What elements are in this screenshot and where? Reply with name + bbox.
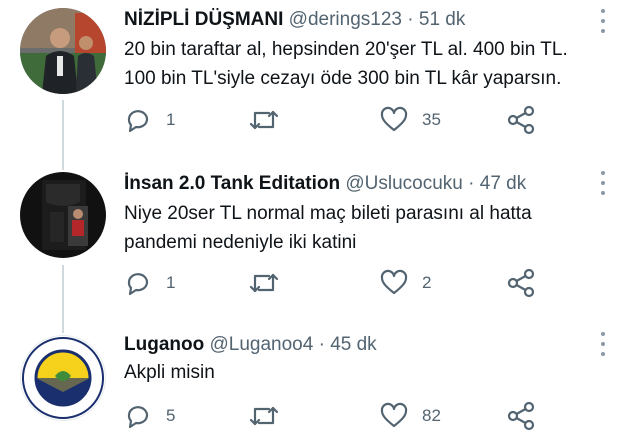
- retweet-icon: [249, 406, 279, 426]
- share-button[interactable]: [506, 105, 536, 135]
- user-handle[interactable]: @Luganoo4: [209, 334, 313, 355]
- retweet-button[interactable]: [248, 105, 280, 135]
- tweet-header: Luganoo @Luganoo4 · 45 dk: [124, 334, 377, 356]
- tweet-1[interactable]: NİZİPLİ DÜŞMANI @derings123 · 51 dk 20 b…: [0, 0, 635, 160]
- share-icon: [507, 105, 535, 135]
- timestamp[interactable]: 47 dk: [480, 173, 526, 194]
- thread-line: [62, 265, 64, 325]
- user-handle[interactable]: @Uslucocuku: [345, 173, 463, 194]
- retweet-button[interactable]: [248, 268, 280, 298]
- tweet-text-line: Niye 20ser TL normal maç bileti parasını…: [124, 203, 532, 224]
- tweet-text-line: 20 bin taraftar al, hepsinden 20'şer TL …: [124, 39, 568, 60]
- retweet-icon: [249, 273, 279, 293]
- timestamp[interactable]: 51 dk: [419, 9, 465, 30]
- display-name[interactable]: Luganoo: [124, 334, 204, 355]
- retweet-icon: [249, 110, 279, 130]
- reply-button[interactable]: 1: [124, 105, 175, 135]
- tweet-text-line: Akpli misin: [124, 362, 215, 383]
- reply-icon: [127, 406, 149, 429]
- tweet-2[interactable]: İnsan 2.0 Tank Editation @Uslucocuku · 4…: [0, 160, 635, 325]
- tweet-text: 20 bin taraftar al, hepsinden 20'şer TL …: [124, 35, 568, 93]
- display-name[interactable]: İnsan 2.0 Tank Editation: [124, 173, 340, 194]
- tweet-text: Akpli misin: [124, 358, 215, 387]
- separator-dot: ·: [407, 9, 414, 30]
- heart-icon: [380, 106, 408, 132]
- more-icon[interactable]: [593, 9, 613, 33]
- avatar[interactable]: [20, 8, 106, 94]
- tweet-3[interactable]: Luganoo @Luganoo4 · 45 dk Akpli misin 5: [0, 325, 635, 436]
- share-button[interactable]: [506, 268, 536, 298]
- retweet-button[interactable]: [248, 401, 280, 431]
- thread-line: [62, 325, 64, 333]
- reply-button[interactable]: 1: [124, 268, 175, 298]
- heart-icon: [380, 269, 408, 295]
- like-button[interactable]: 35: [380, 105, 441, 135]
- timestamp[interactable]: 45 dk: [330, 334, 376, 355]
- avatar[interactable]: [20, 335, 106, 421]
- tweet-header: NİZİPLİ DÜŞMANI @derings123 · 51 dk: [124, 9, 465, 31]
- share-icon: [507, 268, 535, 298]
- display-name[interactable]: NİZİPLİ DÜŞMANI: [124, 9, 283, 30]
- reply-count: 5: [166, 406, 176, 425]
- tweet-text: Niye 20ser TL normal maç bileti parasını…: [124, 199, 532, 257]
- reply-count: 1: [166, 273, 176, 292]
- avatar[interactable]: [20, 172, 106, 258]
- action-bar: 1 35: [124, 105, 544, 135]
- thread-line: [62, 100, 64, 160]
- action-bar: 5 82: [124, 401, 544, 431]
- reply-count: 1: [166, 110, 176, 129]
- like-button[interactable]: 2: [380, 268, 431, 298]
- tweet-text-line: 100 bin TL'siyle cezayı öde 300 bin TL k…: [124, 68, 562, 89]
- separator-dot: ·: [318, 334, 325, 355]
- thread-line: [62, 160, 64, 170]
- tweet-header: İnsan 2.0 Tank Editation @Uslucocuku · 4…: [124, 173, 526, 195]
- heart-icon: [380, 402, 408, 428]
- reply-icon: [127, 110, 149, 133]
- separator-dot: ·: [468, 173, 475, 194]
- like-count: 82: [422, 406, 441, 425]
- reply-icon: [127, 273, 149, 296]
- share-icon: [507, 401, 535, 431]
- like-count: 2: [422, 273, 432, 292]
- more-icon[interactable]: [593, 332, 613, 356]
- tweet-text-line: pandemi nedeniyle iki katini: [124, 232, 357, 253]
- more-icon[interactable]: [593, 171, 613, 195]
- user-handle[interactable]: @derings123: [289, 9, 402, 30]
- share-button[interactable]: [506, 401, 536, 431]
- reply-button[interactable]: 5: [124, 401, 175, 431]
- like-button[interactable]: 82: [380, 401, 441, 431]
- like-count: 35: [422, 110, 441, 129]
- action-bar: 1 2: [124, 268, 544, 298]
